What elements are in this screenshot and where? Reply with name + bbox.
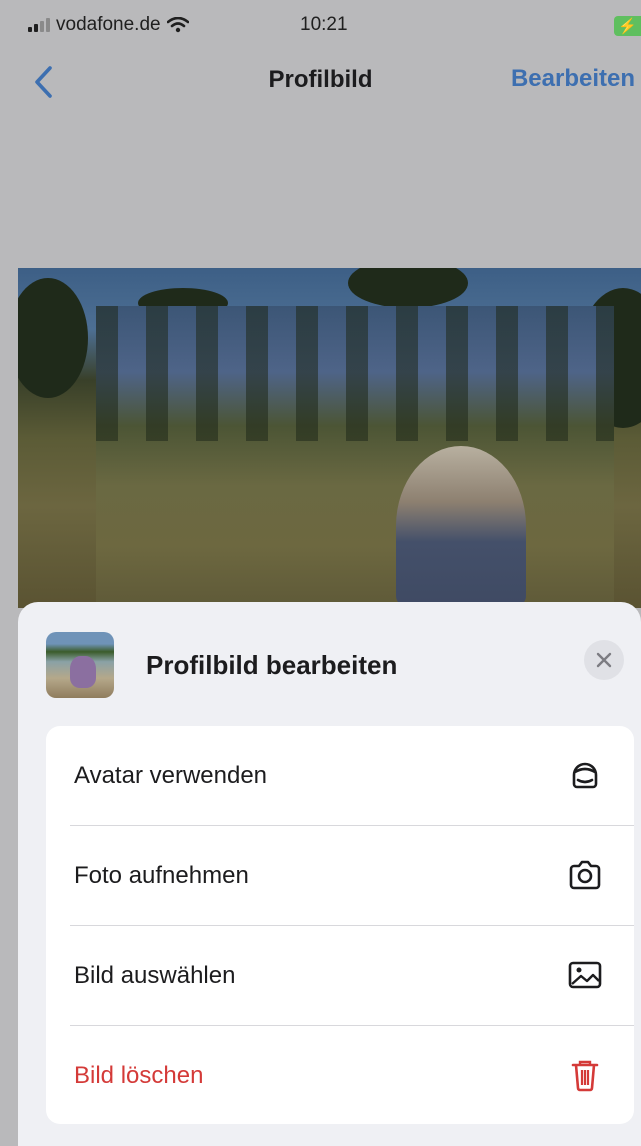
profile-thumbnail — [46, 632, 114, 698]
edit-button[interactable]: Bearbeiten — [511, 65, 635, 93]
edit-profile-picture-sheet: Profilbild bearbeiten Avatar verwenden F… — [18, 602, 641, 1146]
sheet-title: Profilbild bearbeiten — [146, 650, 398, 680]
carrier-info: vodafone.de — [28, 14, 189, 36]
close-icon — [596, 652, 612, 668]
option-take-photo[interactable]: Foto aufnehmen — [46, 826, 634, 925]
option-choose-image[interactable]: Bild auswählen — [46, 926, 634, 1025]
carrier-name: vodafone.de — [56, 14, 161, 35]
camera-icon — [569, 860, 601, 890]
avatar-icon — [572, 762, 598, 789]
signal-icon — [28, 18, 50, 32]
photo-icon — [568, 961, 602, 989]
option-label: Foto aufnehmen — [74, 862, 249, 889]
wifi-icon — [166, 17, 189, 33]
battery-icon: ⚡ — [614, 16, 641, 36]
option-label: Avatar verwenden — [74, 762, 268, 789]
blurred-photo-region — [96, 306, 614, 606]
option-use-avatar[interactable]: Avatar verwenden — [46, 726, 634, 825]
options-list: Avatar verwenden Foto aufnehmen Bild aus… — [46, 726, 634, 1124]
navigation-bar: Profilbild Bearbeiten — [0, 52, 641, 112]
option-label: Bild auswählen — [74, 962, 236, 989]
status-bar: vodafone.de 10:21 ⚡ — [0, 0, 641, 50]
trash-icon — [571, 1060, 599, 1092]
status-time: 10:21 — [300, 14, 348, 35]
option-delete-image[interactable]: Bild löschen — [46, 1026, 634, 1124]
close-button[interactable] — [584, 640, 624, 680]
option-label: Bild löschen — [74, 1062, 204, 1089]
